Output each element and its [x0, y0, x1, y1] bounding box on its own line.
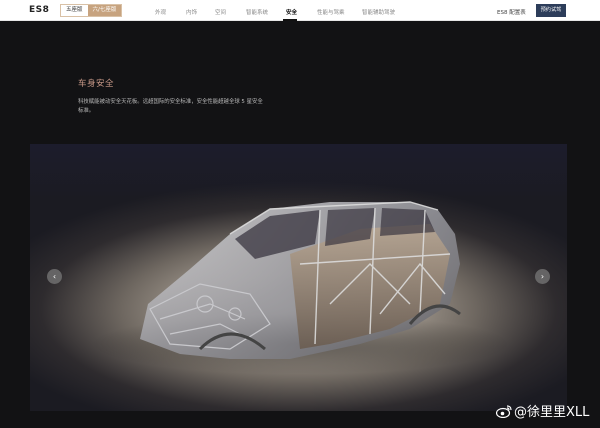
- car-body-image-panel: [30, 144, 567, 411]
- nav-item-space[interactable]: 空间: [215, 8, 226, 16]
- nav-item-exterior[interactable]: 外观: [155, 8, 166, 16]
- toggle-six-seven-seat[interactable]: 六/七座版: [87, 5, 122, 16]
- brand-logo[interactable]: ES8: [29, 5, 49, 15]
- nav-item-performance[interactable]: 性能与驾乘: [317, 8, 345, 16]
- section-title: 车身安全: [78, 79, 115, 89]
- chevron-right-icon: ›: [540, 271, 545, 281]
- carousel-next-button[interactable]: ›: [535, 269, 550, 284]
- weibo-icon: [496, 404, 512, 418]
- test-drive-button[interactable]: 预约试驾: [536, 4, 566, 17]
- car-body-frame-image: [90, 201, 510, 374]
- carousel-prev-button[interactable]: ‹: [47, 269, 62, 284]
- config-sheet-link[interactable]: ES8 配置表: [497, 8, 526, 16]
- watermark: @徐里里XLL: [496, 401, 589, 420]
- chevron-left-icon: ‹: [52, 271, 57, 281]
- top-nav-bar: ES8 五座版 六/七座版 外观 内饰 空间 智能系统 安全 性能与驾乘 智能辅…: [0, 0, 600, 21]
- nav-item-interior[interactable]: 内饰: [186, 8, 197, 16]
- nav-active-underline: [283, 19, 297, 21]
- seat-version-toggle: 五座版 六/七座版: [60, 4, 123, 17]
- nav-item-driver-assist[interactable]: 智能辅助驾驶: [362, 8, 395, 16]
- watermark-text: @徐里里XLL: [514, 405, 590, 420]
- nav-item-smart-system[interactable]: 智能系统: [246, 8, 268, 16]
- nav-item-safety[interactable]: 安全: [286, 8, 297, 16]
- toggle-five-seat[interactable]: 五座版: [61, 5, 88, 16]
- section-description: 科技赋能被动安全天花板。远超国际的安全标准，安全性能超越全球 5 星安全标准。: [78, 99, 263, 114]
